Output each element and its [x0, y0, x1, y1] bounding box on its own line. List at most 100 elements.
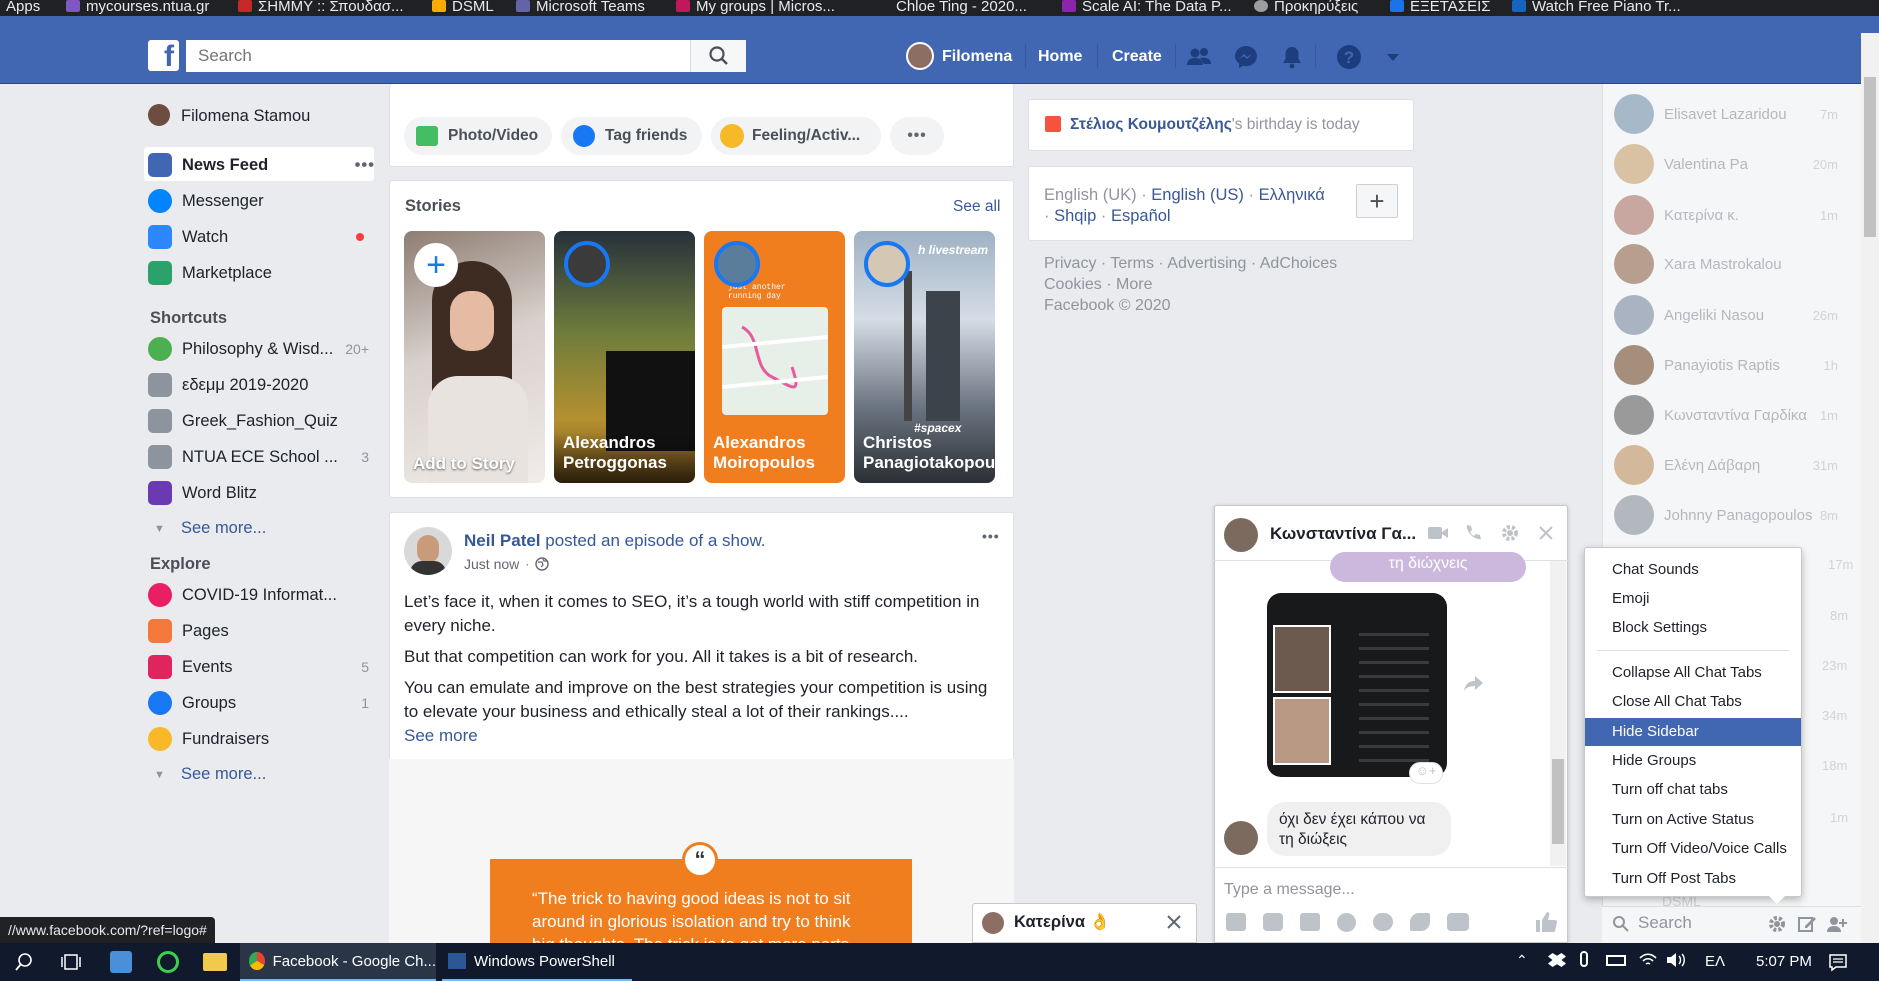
menu-item-collapse-all[interactable]: Collapse All Chat Tabs	[1585, 659, 1801, 687]
bookmark-shmmy[interactable]: ΣΗΜΜΥ :: Σπουδασ...	[238, 0, 404, 16]
search-input[interactable]	[186, 40, 686, 72]
bookmark-scale[interactable]: Scale AI: The Data P...	[1062, 0, 1232, 16]
message-image[interactable]	[1267, 593, 1447, 777]
shortcut-edemm[interactable]: εδεμμ 2019-2020	[140, 368, 375, 402]
help-icon[interactable]: ?	[1336, 44, 1362, 70]
more-composer-button[interactable]: •••	[890, 117, 944, 155]
add-language-button[interactable]: +	[1356, 184, 1398, 218]
footer-links[interactable]: Privacy · Terms · Advertising · AdChoice…	[1044, 253, 1337, 316]
chat-contact[interactable]: Κωνσταντίνα Γαρδίκα 1m	[1612, 393, 1852, 437]
close-icon[interactable]	[1166, 914, 1182, 930]
sidebar-item-news-feed[interactable]: News Feed •••	[140, 148, 375, 182]
file-explorer-icon[interactable]	[203, 953, 227, 971]
feeling-activity-button[interactable]: Feeling/Activ...	[711, 117, 881, 155]
video-call-icon[interactable]	[1427, 524, 1449, 542]
bookmark-prokirykseis[interactable]: Προκηρύξεις	[1254, 0, 1358, 16]
chat-contact[interactable]: Κατερίνα κ. 1m	[1612, 193, 1852, 237]
profile-link[interactable]: Filomena	[942, 48, 1012, 66]
post-see-more-link[interactable]: See more	[404, 724, 1004, 748]
post-author-link[interactable]: Neil Patel	[464, 531, 541, 550]
language-link[interactable]: English (US)	[1151, 186, 1244, 204]
network-app-icon[interactable]	[110, 951, 132, 973]
scrollbar-thumb[interactable]	[1552, 759, 1564, 844]
microphone-icon[interactable]	[1580, 951, 1588, 967]
language-indicator[interactable]: ΕΛ	[1705, 953, 1725, 970]
notifications-icon[interactable]	[1279, 44, 1305, 70]
avatar[interactable]	[906, 42, 934, 70]
profile-name[interactable]: Filomena Stamou	[181, 107, 310, 126]
home-link[interactable]: Home	[1038, 48, 1082, 66]
bookmark-piano[interactable]: Watch Free Piano Tr...	[1512, 0, 1681, 16]
more-options-icon[interactable]: •••	[355, 156, 375, 175]
shortcut-word-blitz[interactable]: Word Blitz	[140, 476, 375, 510]
attachment-icon[interactable]	[1410, 913, 1430, 931]
message-input[interactable]: Type a message...	[1224, 881, 1355, 899]
app-icon[interactable]	[157, 951, 179, 973]
bookmark-mygroups[interactable]: My groups | Micros...	[676, 0, 835, 16]
explore-fundraisers[interactable]: Fundraisers	[140, 722, 375, 756]
see-all-stories[interactable]: See all	[953, 198, 1000, 216]
shortcut-ntua-ece[interactable]: NTUA ECE School ... 3	[140, 440, 375, 474]
explore-groups[interactable]: Groups 1	[140, 686, 375, 720]
chat-contact[interactable]: Ελένη Δάβαρη 31m	[1612, 443, 1852, 487]
birthday-name-link[interactable]: Στέλιος Κουμουτζέλης	[1070, 116, 1232, 133]
explore-covid[interactable]: COVID-19 Informat...	[140, 578, 375, 612]
shortcut-fashion-quiz[interactable]: Greek_Fashion_Quiz	[140, 404, 375, 438]
see-more-explore[interactable]: See more...	[181, 765, 266, 784]
task-view-icon[interactable]	[60, 952, 82, 972]
gear-icon[interactable]	[1766, 913, 1788, 935]
story-add[interactable]: + Add to Story	[404, 231, 545, 483]
post-media[interactable]: “The trick to having good ideas is not t…	[389, 759, 1014, 943]
volume-icon[interactable]	[1665, 951, 1687, 969]
language-link[interactable]: Shqip	[1054, 207, 1096, 225]
story-item[interactable]: just another running day Alexandros Moir…	[704, 231, 845, 483]
messenger-icon[interactable]	[1233, 44, 1259, 70]
menu-item-hide-groups[interactable]: Hide Groups	[1585, 747, 1801, 775]
chevron-down-icon[interactable]	[1380, 44, 1406, 70]
bookmark-apps[interactable]: Apps	[6, 0, 40, 16]
emoji-icon[interactable]	[1337, 913, 1356, 932]
bookmark-dsml[interactable]: DSML	[432, 0, 494, 16]
battery-icon[interactable]	[1606, 955, 1626, 966]
tag-friends-button[interactable]: Tag friends	[561, 117, 702, 155]
gif-icon[interactable]	[1300, 913, 1320, 931]
see-more-shortcuts[interactable]: See more...	[181, 519, 266, 538]
taskbar-powershell[interactable]: Windows PowerShell	[442, 943, 632, 981]
bookmark-exetaseis[interactable]: ΕΞΕΤΑΣΕΙΣ	[1390, 0, 1491, 16]
explore-pages[interactable]: Pages	[140, 614, 375, 648]
menu-item-active-status[interactable]: Turn on Active Status	[1585, 806, 1801, 834]
close-icon[interactable]	[1537, 524, 1555, 542]
photo-video-button[interactable]: Photo/Video	[404, 117, 552, 155]
sidebar-item-messenger[interactable]: Messenger	[140, 184, 375, 218]
wifi-icon[interactable]	[1638, 951, 1658, 969]
chat-contact[interactable]: Johnny Panagopoulos 8m	[1612, 493, 1852, 537]
post-options-icon[interactable]: •••	[982, 528, 1000, 544]
compose-icon[interactable]	[1796, 913, 1818, 935]
post-show-link[interactable]: show.	[722, 531, 765, 550]
chat-contact[interactable]: Valentina Pa 20m	[1612, 142, 1852, 186]
plus-icon[interactable]: +	[414, 243, 458, 287]
friend-requests-icon[interactable]	[1186, 44, 1212, 70]
menu-item-hide-sidebar[interactable]: Hide Sidebar	[1585, 718, 1801, 746]
menu-item-close-all[interactable]: Close All Chat Tabs	[1585, 688, 1801, 716]
phone-icon[interactable]	[1463, 523, 1483, 543]
menu-item-block-settings[interactable]: Block Settings	[1585, 614, 1801, 642]
game-icon[interactable]	[1373, 913, 1393, 931]
photo-icon[interactable]	[1226, 913, 1246, 931]
clock[interactable]: 5:07 PM	[1756, 953, 1812, 970]
bookmark-mycourses[interactable]: mycourses.ntua.gr	[66, 0, 209, 16]
sidebar-item-marketplace[interactable]: Marketplace	[140, 256, 375, 290]
post-author-avatar[interactable]	[404, 527, 452, 575]
chat-contact[interactable]: Xara Mastrokalou	[1612, 242, 1852, 286]
chat-scrollbar[interactable]	[1550, 561, 1566, 866]
menu-item-chat-sounds[interactable]: Chat Sounds	[1585, 556, 1801, 584]
language-link[interactable]: Español	[1111, 207, 1171, 225]
chat-contact[interactable]: Elisavet Lazaridou 7m	[1612, 92, 1852, 136]
menu-item-video-calls[interactable]: Turn Off Video/Voice Calls	[1585, 835, 1801, 863]
taskbar-chrome[interactable]: Facebook - Google Ch...	[240, 943, 436, 981]
new-group-icon[interactable]	[1826, 913, 1848, 935]
search-button[interactable]	[690, 40, 746, 72]
facebook-logo[interactable]: f	[148, 40, 179, 71]
react-icon[interactable]: ☺+	[1409, 762, 1443, 784]
gear-icon[interactable]	[1500, 523, 1520, 543]
